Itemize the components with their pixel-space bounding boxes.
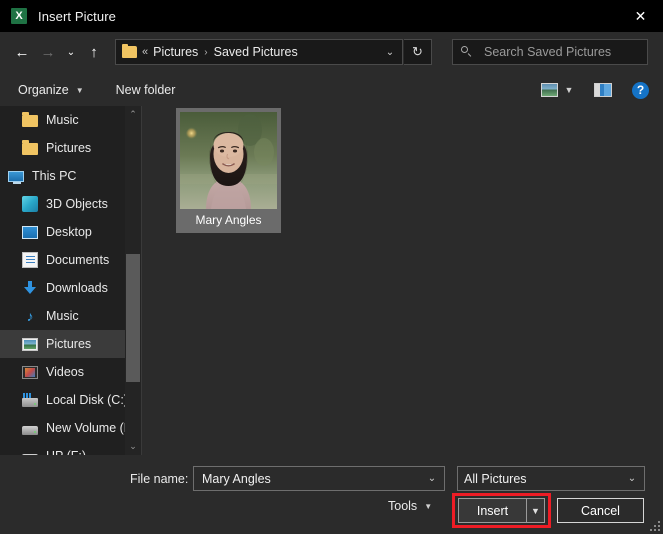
excel-icon: [11, 8, 27, 24]
chevron-down-icon: ▼: [76, 86, 84, 95]
breadcrumb-item-saved-pictures[interactable]: Saved Pictures: [214, 45, 298, 59]
recent-locations-button[interactable]: ⌄: [61, 39, 81, 65]
navigation-bar: ← → ⌄ ↑ « Pictures › Saved Pictures ⌄ ↻: [0, 32, 663, 72]
navigation-pane: Music Pictures This PC 3D Objects Desktop Doc…: [0, 106, 141, 455]
organize-button[interactable]: Organize ▼: [12, 78, 90, 102]
this-pc-icon: [8, 171, 24, 182]
search-box[interactable]: [452, 39, 648, 65]
sidebar-item-videos[interactable]: Videos: [0, 358, 141, 386]
navigation-pane-list: Music Pictures This PC 3D Objects Desktop Doc…: [0, 106, 141, 455]
file-thumbnail: [180, 112, 277, 209]
sidebar-item-downloads[interactable]: Downloads: [0, 274, 141, 302]
chevron-down-icon[interactable]: ⌄: [620, 473, 644, 484]
sidebar-item-this-pc[interactable]: This PC: [0, 162, 141, 190]
search-input[interactable]: [482, 44, 646, 60]
documents-icon: [22, 252, 38, 268]
drive-icon: [22, 426, 38, 435]
insert-picture-dialog: Insert Picture ✕ ← → ⌄ ↑ « Pictures › Sa…: [0, 0, 663, 534]
file-type-filter-value: All Pictures: [464, 472, 527, 486]
scroll-up-icon[interactable]: ⌃: [125, 106, 141, 123]
address-bar[interactable]: « Pictures › Saved Pictures ⌄: [115, 39, 403, 65]
file-name-field[interactable]: ⌄: [193, 466, 445, 491]
chevron-down-icon: ▼: [424, 502, 432, 511]
view-picture-icon[interactable]: [541, 83, 558, 97]
sidebar-item-label: 3D Objects: [46, 197, 108, 211]
preview-pane-icon[interactable]: [594, 83, 612, 97]
insert-button-label: Insert: [459, 504, 526, 518]
folder-icon: [122, 46, 137, 58]
scroll-down-icon[interactable]: ⌄: [125, 438, 141, 455]
sidebar-item-local-disk-c[interactable]: Local Disk (C:): [0, 386, 141, 414]
insert-dropdown-icon[interactable]: ▼: [526, 499, 544, 522]
file-name-label: Mary Angles: [180, 212, 277, 229]
sidebar-item-pictures[interactable]: Pictures: [0, 330, 141, 358]
tools-label: Tools: [388, 499, 417, 513]
sidebar-item-desktop[interactable]: Desktop: [0, 218, 141, 246]
sidebar-item-label: Desktop: [46, 225, 92, 239]
resize-grip[interactable]: [650, 521, 660, 531]
sidebar-item-new-volume-e[interactable]: New Volume (E:): [0, 414, 141, 442]
pictures-icon: [22, 338, 38, 351]
sidebar-item-pictures[interactable]: Pictures: [0, 134, 141, 162]
search-icon: [461, 46, 473, 58]
close-button[interactable]: ✕: [618, 0, 663, 32]
scrollbar-thumb[interactable]: [126, 254, 140, 382]
title-bar: Insert Picture ✕: [0, 0, 663, 32]
desktop-icon: [22, 226, 38, 239]
breadcrumb-item-pictures[interactable]: Pictures: [153, 45, 198, 59]
sidebar-item-label: Pictures: [46, 337, 91, 351]
sidebar-item-label: Music: [46, 113, 79, 127]
tools-button[interactable]: Tools ▼: [388, 499, 432, 513]
sidebar-item-music[interactable]: ♪ Music: [0, 302, 141, 330]
file-type-filter[interactable]: All Pictures ⌄: [457, 466, 645, 491]
cancel-button-label: Cancel: [581, 504, 620, 518]
file-list-pane[interactable]: Mary Angles: [141, 106, 663, 455]
chevron-down-icon[interactable]: ⌄: [420, 473, 444, 484]
cancel-button[interactable]: Cancel: [557, 498, 644, 523]
back-button[interactable]: ←: [9, 39, 35, 65]
forward-button[interactable]: →: [35, 39, 61, 65]
sidebar-item-3d-objects[interactable]: 3D Objects: [0, 190, 141, 218]
local-disk-icon: [22, 398, 38, 407]
file-name-input[interactable]: [200, 471, 420, 487]
new-folder-button[interactable]: New folder: [110, 78, 182, 102]
sidebar-item-music[interactable]: Music: [0, 106, 141, 134]
command-bar-right-group: ▼ ?: [541, 82, 649, 99]
portrait-photo: [180, 112, 277, 209]
videos-icon: [22, 366, 38, 379]
breadcrumb-overflow-icon[interactable]: «: [142, 46, 148, 58]
command-bar: Organize ▼ New folder ▼ ?: [0, 74, 663, 106]
downloads-icon: [22, 280, 38, 296]
organize-label: Organize: [18, 83, 69, 97]
3d-objects-icon: [22, 196, 38, 212]
chevron-down-icon[interactable]: ⌄: [378, 47, 402, 58]
folder-icon: [22, 143, 38, 155]
sidebar-item-label: This PC: [32, 169, 76, 183]
sidebar-item-label: Downloads: [46, 281, 108, 295]
window-title: Insert Picture: [38, 9, 116, 24]
sidebar-item-label: Documents: [46, 253, 109, 267]
music-icon: ♪: [22, 308, 38, 324]
chevron-down-icon[interactable]: ▼: [558, 85, 580, 95]
insert-button[interactable]: Insert ▼: [458, 498, 545, 523]
folder-icon: [22, 115, 38, 127]
sidebar-item-documents[interactable]: Documents: [0, 246, 141, 274]
close-icon: ✕: [635, 9, 647, 23]
help-icon[interactable]: ?: [632, 82, 649, 99]
file-item[interactable]: Mary Angles: [176, 108, 281, 233]
refresh-button[interactable]: ↻: [404, 39, 432, 65]
sidebar-item-label: Pictures: [46, 141, 91, 155]
sidebar-item-label: Videos: [46, 365, 84, 379]
up-button[interactable]: ↑: [81, 39, 107, 65]
file-name-field-label: File name:: [130, 472, 188, 486]
new-folder-label: New folder: [116, 83, 176, 97]
sidebar-item-label: Music: [46, 309, 79, 323]
sidebar-item-hp-f[interactable]: HP (F:): [0, 442, 141, 455]
dialog-body: Music Pictures This PC 3D Objects Desktop Doc…: [0, 106, 663, 455]
sidebar-item-label: Local Disk (C:): [46, 393, 128, 407]
breadcrumb-separator-icon: ›: [204, 47, 207, 58]
navigation-pane-scrollbar[interactable]: ⌃ ⌄: [125, 106, 141, 455]
